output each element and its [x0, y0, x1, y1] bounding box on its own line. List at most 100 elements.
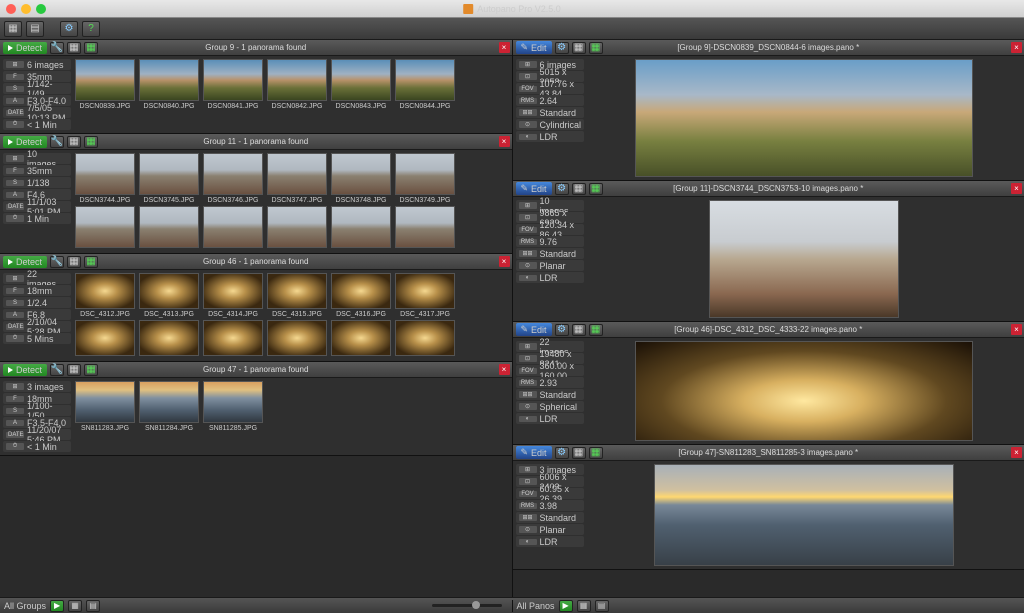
panel-btn-1[interactable]: ▦ — [67, 42, 81, 54]
pano-preview[interactable] — [654, 464, 954, 566]
pano-preview[interactable] — [635, 59, 973, 177]
meta-row: ⏱< 1 Min — [3, 441, 71, 452]
thumb-image — [203, 320, 263, 356]
thumbnail[interactable]: DSCN3749.JPG — [395, 153, 455, 204]
thumbnail[interactable] — [75, 320, 135, 358]
meta-row: ⊙Cylindrical — [516, 119, 584, 130]
panel-btn-1[interactable]: ▦ — [67, 364, 81, 376]
panel-btn-2[interactable]: ▦ — [84, 364, 98, 376]
thumbnail[interactable]: DSCN3745.JPG — [139, 153, 199, 204]
zoom-slider[interactable] — [432, 604, 502, 607]
thumbnail[interactable]: DSC_4312.JPG — [75, 273, 135, 318]
thumbnail[interactable]: SN811283.JPG — [75, 381, 135, 432]
footer-btn-3[interactable]: ▦ — [577, 600, 591, 612]
thumbnail[interactable] — [331, 206, 391, 250]
zoom-slider-handle[interactable] — [472, 601, 480, 609]
edit-button[interactable]: ✎Edit — [516, 446, 552, 459]
wrench-icon[interactable]: 🔧 — [50, 42, 64, 54]
new-project-button[interactable]: ▦ — [4, 21, 22, 37]
wrench-icon[interactable]: 🔧 — [50, 364, 64, 376]
pano-btn-1[interactable]: ▦ — [572, 447, 586, 459]
thumbnail[interactable] — [395, 320, 455, 358]
thumbnail[interactable] — [75, 206, 135, 250]
thumbnail[interactable] — [267, 206, 327, 250]
wrench-icon[interactable]: 🔧 — [50, 136, 64, 148]
thumbnail[interactable]: DSC_4316.JPG — [331, 273, 391, 318]
thumbnail[interactable] — [203, 206, 263, 250]
panel-btn-1[interactable]: ▦ — [67, 256, 81, 268]
thumbnail[interactable]: DSC_4314.JPG — [203, 273, 263, 318]
pano-settings-button[interactable]: ⚙ — [555, 183, 569, 195]
thumbnail[interactable]: DSCN0844.JPG — [395, 59, 455, 110]
panel-btn-1[interactable]: ▦ — [67, 136, 81, 148]
thumbnail[interactable] — [331, 320, 391, 358]
pano-settings-button[interactable]: ⚙ — [555, 447, 569, 459]
minimize-window[interactable] — [21, 4, 31, 14]
edit-button[interactable]: ✎Edit — [516, 41, 552, 54]
thumbnail[interactable]: DSCN3746.JPG — [203, 153, 263, 204]
close-panel-button[interactable]: × — [499, 256, 510, 267]
pano-btn-1[interactable]: ▦ — [572, 324, 586, 336]
wrench-icon[interactable]: 🔧 — [50, 256, 64, 268]
footer-btn-4[interactable]: ▤ — [595, 600, 609, 612]
zoom-window[interactable] — [36, 4, 46, 14]
thumbnail[interactable]: DSC_4317.JPG — [395, 273, 455, 318]
settings-button[interactable]: ⚙ — [60, 21, 78, 37]
detect-button[interactable]: Detect — [3, 256, 47, 268]
close-panel-button[interactable]: × — [1011, 183, 1022, 194]
thumbnail[interactable] — [139, 206, 199, 250]
panel-btn-2[interactable]: ▦ — [84, 256, 98, 268]
thumbnail[interactable] — [395, 206, 455, 250]
thumbnail[interactable]: DSCN3748.JPG — [331, 153, 391, 204]
thumbnail[interactable]: DSCN3744.JPG — [75, 153, 135, 204]
pano-preview[interactable] — [709, 200, 899, 318]
close-panel-button[interactable]: × — [1011, 447, 1022, 458]
pano-btn-2[interactable]: ▦ — [589, 324, 603, 336]
pano-btn-2[interactable]: ▦ — [589, 42, 603, 54]
thumbnail[interactable]: DSC_4313.JPG — [139, 273, 199, 318]
thumbnail[interactable]: DSCN0842.JPG — [267, 59, 327, 110]
thumbnail[interactable]: DSCN0839.JPG — [75, 59, 135, 110]
pano-btn-2[interactable]: ▦ — [589, 447, 603, 459]
render-all-button[interactable]: ▶ — [559, 600, 573, 612]
pano-settings-button[interactable]: ⚙ — [555, 42, 569, 54]
close-panel-button[interactable]: × — [499, 364, 510, 375]
detect-all-button[interactable]: ▶ — [50, 600, 64, 612]
panel-btn-2[interactable]: ▦ — [84, 42, 98, 54]
edit-button[interactable]: ✎Edit — [516, 182, 552, 195]
close-panel-button[interactable]: × — [1011, 324, 1022, 335]
thumbnail[interactable]: DSCN0843.JPG — [331, 59, 391, 110]
thumbnail[interactable]: DSC_4315.JPG — [267, 273, 327, 318]
thumbnail[interactable] — [267, 320, 327, 358]
detect-button[interactable]: Detect — [3, 42, 47, 54]
pano-btn-1[interactable]: ▦ — [572, 183, 586, 195]
pano-btn-1[interactable]: ▦ — [572, 42, 586, 54]
meta-row: S1/138 — [3, 177, 71, 188]
edit-button[interactable]: ✎Edit — [516, 323, 552, 336]
help-button[interactable]: ? — [82, 21, 100, 37]
close-panel-button[interactable]: × — [499, 42, 510, 53]
meta-block: ⊞6 imagesF35mmS1/142-1/49AF3.0-F4.0DATE7… — [3, 59, 71, 130]
pano-settings-button[interactable]: ⚙ — [555, 324, 569, 336]
thumbnail[interactable] — [203, 320, 263, 358]
close-panel-button[interactable]: × — [499, 136, 510, 147]
pano-btn-2[interactable]: ▦ — [589, 183, 603, 195]
thumbnail[interactable]: DSCN3747.JPG — [267, 153, 327, 204]
thumbnail[interactable]: DSCN0840.JPG — [139, 59, 199, 110]
footer-btn-2[interactable]: ▤ — [86, 600, 100, 612]
pano-preview[interactable] — [635, 341, 973, 441]
thumbnail[interactable]: SN811284.JPG — [139, 381, 199, 432]
detect-button[interactable]: Detect — [3, 136, 47, 148]
detect-button[interactable]: Detect — [3, 364, 47, 376]
thumbnails: SN811283.JPGSN811284.JPGSN811285.JPG — [75, 381, 509, 452]
thumbnail[interactable]: DSCN0841.JPG — [203, 59, 263, 110]
open-button[interactable]: ▤ — [26, 21, 44, 37]
thumbnail[interactable] — [139, 320, 199, 358]
close-panel-button[interactable]: × — [1011, 42, 1022, 53]
footer-btn-1[interactable]: ▦ — [68, 600, 82, 612]
close-window[interactable] — [6, 4, 16, 14]
meta-value: LDR — [540, 273, 558, 283]
thumbnail[interactable]: SN811285.JPG — [203, 381, 263, 432]
panel-btn-2[interactable]: ▦ — [84, 136, 98, 148]
thumb-image — [75, 273, 135, 309]
